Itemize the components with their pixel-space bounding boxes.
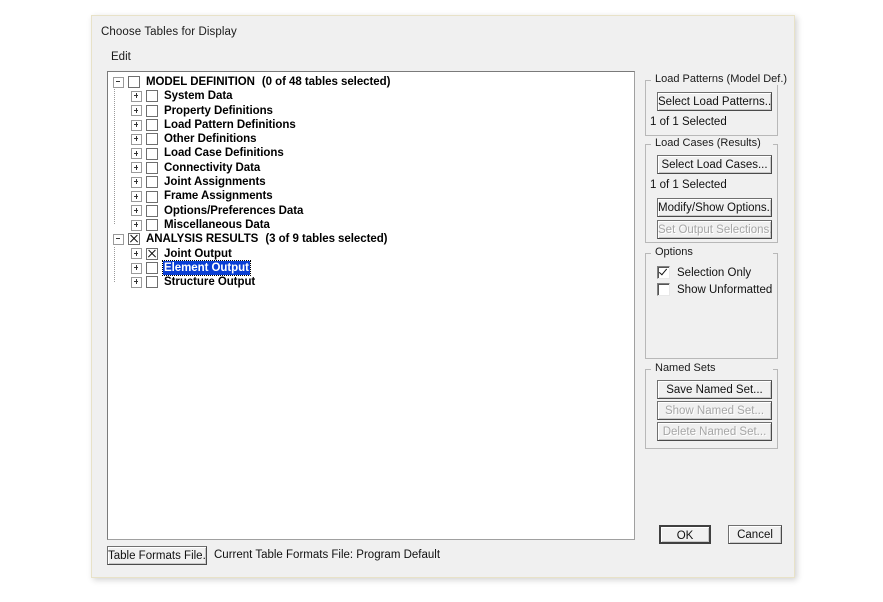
expand-plus-icon[interactable] (131, 148, 142, 160)
set-output-selections-button: Set Output Selections... (657, 220, 772, 239)
tree-row[interactable]: Load Case Definitions (112, 146, 634, 160)
option-show-unformatted[interactable]: Show Unformatted (657, 283, 772, 296)
tree-row[interactable]: ANALYSIS RESULTS (3 of 9 tables selected) (112, 232, 634, 246)
tree-node-label[interactable]: ANALYSIS RESULTS (145, 232, 259, 246)
tree-node-checkbox[interactable] (146, 190, 158, 203)
selection-only-label: Selection Only (677, 266, 752, 279)
tree-node-checkbox[interactable] (146, 90, 158, 103)
tree-row[interactable]: Connectivity Data (112, 161, 634, 175)
tree-node-checkbox[interactable] (146, 119, 158, 132)
tree-row[interactable]: Element Output (112, 259, 634, 277)
tree-node-checkbox[interactable] (128, 233, 140, 246)
cancel-button[interactable]: Cancel (728, 525, 782, 544)
tree-node-checkbox[interactable] (146, 161, 158, 174)
menu-item-edit[interactable]: Edit (107, 50, 135, 64)
tree-row[interactable]: System Data (112, 89, 634, 103)
tree-node-count: (3 of 9 tables selected) (265, 233, 388, 246)
tree-row[interactable]: Structure Output (112, 275, 634, 289)
expand-plus-icon[interactable] (131, 105, 142, 117)
options-group: Options Selection Only Show Unformatted (645, 246, 778, 359)
tree-node-checkbox[interactable] (146, 204, 158, 217)
expand-plus-icon[interactable] (131, 133, 142, 145)
ok-button[interactable]: OK (659, 525, 711, 544)
save-named-set-button[interactable]: Save Named Set... (657, 380, 772, 399)
load-cases-status: 1 of 1 Selected (650, 179, 727, 191)
expand-plus-icon[interactable] (131, 176, 142, 188)
dialog-client-area: Choose Tables for Display Edit MODEL DEF… (94, 18, 792, 575)
load-cases-group-title: Load Cases (Results) (652, 137, 764, 149)
tree-node-label[interactable]: Property Definitions (163, 104, 274, 118)
tree-node-checkbox[interactable] (146, 133, 158, 146)
tree-node-checkbox[interactable] (128, 76, 140, 89)
tables-tree: MODEL DEFINITION (0 of 48 tables selected… (108, 72, 634, 289)
tree-guide-line (114, 89, 115, 225)
tree-row[interactable]: Miscellaneous Data (112, 218, 634, 232)
tree-node-label[interactable]: Load Case Definitions (163, 146, 285, 160)
expand-plus-icon[interactable] (131, 191, 142, 203)
expand-plus-icon[interactable] (131, 119, 142, 131)
tree-node-count: (0 of 48 tables selected) (261, 76, 391, 88)
current-table-formats-file-text: Current Table Formats File: Program Defa… (214, 549, 441, 561)
named-sets-group-title: Named Sets (652, 362, 719, 374)
tree-node-label[interactable]: Joint Assignments (163, 175, 267, 189)
tree-row[interactable]: Options/Preferences Data (112, 204, 634, 218)
screen: Choose Tables for Display Edit MODEL DEF… (0, 0, 883, 602)
tree-row[interactable]: Joint Assignments (112, 175, 634, 189)
show-unformatted-label: Show Unformatted (677, 283, 773, 296)
tree-guide-line (114, 247, 115, 282)
show-named-set-button: Show Named Set... (657, 401, 772, 420)
tree-node-label[interactable]: Frame Assignments (163, 189, 274, 203)
table-formats-file-button[interactable]: Table Formats File... (107, 546, 207, 565)
tree-node-label[interactable]: Options/Preferences Data (163, 204, 304, 218)
tree-node-checkbox[interactable] (146, 104, 158, 117)
select-load-patterns-button[interactable]: Select Load Patterns... (657, 92, 772, 111)
option-selection-only[interactable]: Selection Only (657, 266, 751, 279)
tree-node-label[interactable]: System Data (163, 89, 233, 103)
expand-plus-icon[interactable] (131, 90, 142, 102)
tree-node-label[interactable]: Miscellaneous Data (163, 218, 271, 232)
tree-node-label[interactable]: Connectivity Data (163, 161, 261, 175)
tree-row[interactable]: Frame Assignments (112, 189, 634, 203)
tree-node-checkbox[interactable] (146, 219, 158, 232)
selection-only-checkbox[interactable] (657, 266, 670, 279)
expand-plus-icon[interactable] (131, 205, 142, 217)
tree-row[interactable]: Other Definitions (112, 132, 634, 146)
select-load-cases-button[interactable]: Select Load Cases... (657, 155, 772, 174)
tree-node-label[interactable]: Structure Output (163, 275, 256, 289)
tree-node-label[interactable]: Other Definitions (163, 132, 257, 146)
tree-node-checkbox[interactable] (146, 176, 158, 189)
tables-tree-panel[interactable]: MODEL DEFINITION (0 of 48 tables selected… (107, 71, 635, 540)
dialog-title: Choose Tables for Display (101, 26, 237, 38)
tree-node-checkbox[interactable] (146, 247, 158, 260)
expand-plus-icon[interactable] (131, 248, 142, 260)
expand-plus-icon[interactable] (131, 162, 142, 174)
tree-node-checkbox[interactable] (146, 276, 158, 289)
collapse-minus-icon[interactable] (113, 233, 124, 245)
load-patterns-group-title: Load Patterns (Model Def.) (652, 73, 791, 85)
options-group-title: Options (652, 246, 696, 258)
expand-plus-icon[interactable] (131, 219, 142, 231)
tree-row[interactable]: MODEL DEFINITION (0 of 48 tables selected… (112, 75, 634, 89)
tree-node-label[interactable]: Load Pattern Definitions (163, 118, 297, 132)
load-patterns-group: Load Patterns (Model Def.) Select Load P… (645, 73, 791, 136)
named-sets-group: Named Sets Save Named Set... Show Named … (645, 362, 778, 449)
tree-node-label[interactable]: Element Output (162, 259, 251, 277)
tree-row[interactable]: Joint Output (112, 247, 634, 261)
tree-node-checkbox[interactable] (146, 262, 158, 274)
modify-show-options-button[interactable]: Modify/Show Options... (657, 198, 772, 217)
load-patterns-status: 1 of 1 Selected (650, 116, 727, 128)
choose-tables-dialog: Choose Tables for Display Edit MODEL DEF… (91, 15, 795, 578)
expand-plus-icon[interactable] (131, 276, 142, 288)
load-cases-group: Load Cases (Results) Select Load Cases..… (645, 137, 778, 243)
delete-named-set-button: Delete Named Set... (657, 422, 772, 441)
menu-bar: Edit (94, 49, 792, 67)
collapse-minus-icon[interactable] (113, 76, 124, 88)
tree-node-label[interactable]: MODEL DEFINITION (145, 75, 256, 89)
show-unformatted-checkbox[interactable] (657, 283, 670, 296)
tree-row[interactable]: Load Pattern Definitions (112, 118, 634, 132)
expand-plus-icon[interactable] (131, 262, 142, 274)
tree-node-label[interactable]: Joint Output (163, 247, 233, 261)
tree-node-checkbox[interactable] (146, 147, 158, 160)
tree-row[interactable]: Property Definitions (112, 104, 634, 118)
